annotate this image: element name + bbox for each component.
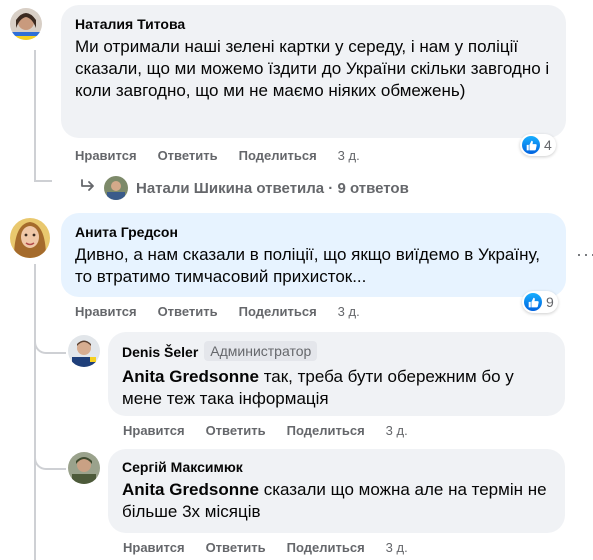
reply-bubble: Denis Šeler Администратор Anita Gredsonne… xyxy=(108,332,565,416)
share-button[interactable]: Поделиться xyxy=(239,304,317,319)
reply-author[interactable]: Сергій Максимюк xyxy=(122,458,243,476)
timestamp[interactable]: 3 д. xyxy=(386,423,408,438)
reply-button[interactable]: Ответить xyxy=(158,148,218,163)
comment-text: Дивно, а нам сказали в поліції, що якщо … xyxy=(75,245,540,286)
reaction-count[interactable]: 4 xyxy=(520,134,556,156)
reply-author[interactable]: Denis Šeler xyxy=(122,343,198,361)
like-button[interactable]: Нравится xyxy=(123,423,185,438)
reply-bubble: Сергій Максимюк Anita Gredsonne сказали … xyxy=(108,449,565,533)
timestamp[interactable]: 3 д. xyxy=(338,304,360,319)
admin-badge[interactable]: Администратор xyxy=(204,341,318,361)
avatar[interactable] xyxy=(10,8,42,40)
reply-button[interactable]: Ответить xyxy=(206,423,266,438)
avatar[interactable] xyxy=(10,218,50,258)
reply-text: Anita Gredsonne сказали що можна але на … xyxy=(122,479,553,523)
reply-actions: Нравится Ответить Поделиться 3 д. xyxy=(123,423,408,438)
thread-line xyxy=(34,50,36,182)
like-button[interactable]: Нравится xyxy=(75,148,137,163)
view-replies-link[interactable]: Натали Шикина ответила · 9 ответов xyxy=(80,176,409,200)
reply-button[interactable]: Ответить xyxy=(158,304,218,319)
avatar xyxy=(104,176,128,200)
more-options-icon[interactable]: ··· xyxy=(576,244,593,265)
like-button[interactable]: Нравится xyxy=(123,540,185,555)
mention-link[interactable]: Anita Gredsonne xyxy=(122,480,259,499)
reaction-number: 4 xyxy=(544,137,552,153)
avatar[interactable] xyxy=(68,335,100,367)
timestamp[interactable]: 3 д. xyxy=(338,148,360,163)
reaction-count[interactable]: 9 xyxy=(522,291,558,313)
comment-author[interactable]: Анита Гредсон xyxy=(75,223,178,241)
replies-count: ответила · 9 ответов xyxy=(256,179,409,197)
comment-bubble: Анита Гредсон Дивно, а нам сказали в пол… xyxy=(61,213,566,297)
timestamp[interactable]: 3 д. xyxy=(386,540,408,555)
like-button[interactable]: Нравится xyxy=(75,304,137,319)
like-icon xyxy=(524,293,542,311)
reply-actions: Нравится Ответить Поделиться 3 д. xyxy=(123,540,408,555)
reply-text: Anita Gredsonne так, треба бути обережни… xyxy=(122,366,553,410)
comment-actions: Нравится Ответить Поделиться 3 д. xyxy=(75,148,360,163)
thread-line xyxy=(34,264,36,560)
comment-bubble: Наталия Титова Ми отримали наші зелені к… xyxy=(61,5,566,138)
reaction-number: 9 xyxy=(546,294,554,310)
avatar[interactable] xyxy=(68,452,100,484)
reply-button[interactable]: Ответить xyxy=(206,540,266,555)
comment-text: Ми отримали наші зелені картки у середу,… xyxy=(75,37,550,100)
thread-line xyxy=(34,180,52,182)
reply-author: Натали Шикина xyxy=(136,179,253,197)
share-button[interactable]: Поделиться xyxy=(287,423,365,438)
reply-arrow-icon xyxy=(80,179,98,197)
comment-actions: Нравится Ответить Поделиться 3 д. xyxy=(75,304,360,319)
share-button[interactable]: Поделиться xyxy=(287,540,365,555)
like-icon xyxy=(522,136,540,154)
share-button[interactable]: Поделиться xyxy=(239,148,317,163)
thread-branch xyxy=(34,446,66,470)
comment-author[interactable]: Наталия Титова xyxy=(75,15,185,33)
mention-link[interactable]: Anita Gredsonne xyxy=(122,367,259,386)
thread-branch xyxy=(34,330,66,354)
